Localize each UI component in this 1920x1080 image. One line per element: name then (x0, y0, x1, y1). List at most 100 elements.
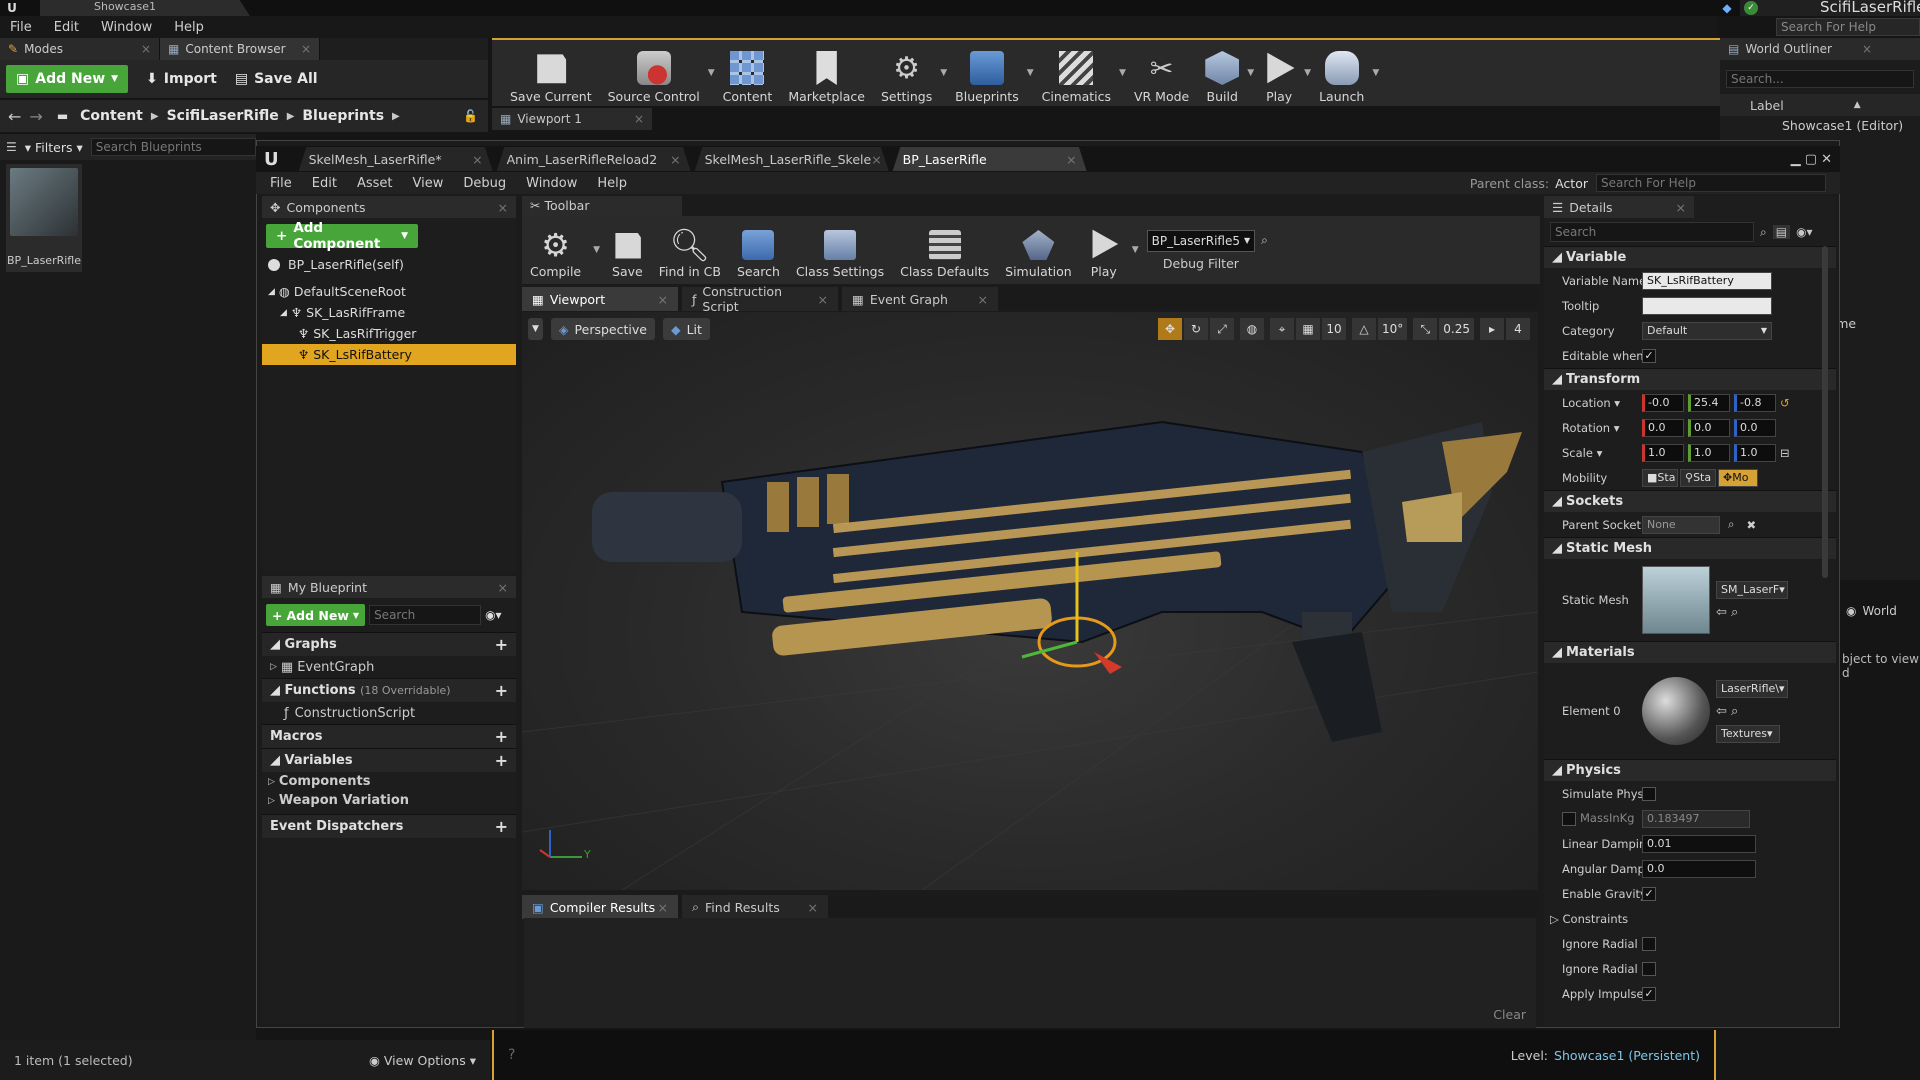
section-sockets[interactable]: ◢ Sockets (1544, 490, 1836, 512)
close-icon[interactable]: × (634, 112, 644, 126)
asset-tile-bp-laserrifle[interactable]: BP_LaserRifle (6, 164, 82, 272)
close-icon[interactable]: × (472, 152, 482, 167)
browse-icons[interactable]: ⇦ ⌕ (1716, 704, 1788, 719)
rotation-y[interactable]: 0.0 (1688, 418, 1730, 437)
source-control-status-icon[interactable]: ✓ (1744, 1, 1758, 15)
toolbar-tab[interactable]: ✂ Toolbar (522, 196, 682, 216)
chevron-down-icon[interactable]: ▼ (940, 68, 947, 78)
tree-item-sk-lsrifbattery[interactable]: ♆ SK_LsRifBattery (262, 344, 516, 365)
my-blueprint-tab[interactable]: ▦ My Blueprint × (262, 576, 516, 598)
chevron-down-icon[interactable]: ▼ (1372, 68, 1379, 78)
add-graph-icon[interactable]: + (495, 635, 508, 654)
find-in-cb-button[interactable]: 🔍︎ Find in CB (651, 217, 729, 283)
chevron-down-icon[interactable]: ▼ (1027, 68, 1034, 78)
save-all-button[interactable]: ▤ Save All (235, 71, 318, 87)
debug-filter-select[interactable]: BP_LaserRifle5 ▼ (1146, 229, 1256, 252)
search-help-input[interactable]: Search For Help (1776, 18, 1920, 36)
tab-content-browser[interactable]: ▦ Content Browser × (160, 38, 320, 60)
lock-icon[interactable]: 🔓 (463, 109, 478, 123)
add-new-button[interactable]: ▣ Add New ▼ (6, 65, 129, 93)
static-mesh-select[interactable]: SM_LaserF ▾ (1716, 580, 1788, 599)
camera-speed-value[interactable]: 4 (1506, 318, 1530, 340)
forward-icon[interactable]: → (29, 107, 42, 126)
add-event-dispatcher-icon[interactable]: + (495, 817, 508, 836)
mobility-static[interactable]: ■ Sta (1642, 468, 1678, 487)
mass-input[interactable]: 0.183497 (1642, 809, 1750, 828)
marketplace-button[interactable]: Marketplace (784, 42, 869, 104)
rotation-snap-value[interactable]: 10° (1378, 318, 1408, 340)
parent-socket-input[interactable]: None (1642, 515, 1720, 534)
bp-play-button[interactable]: Play (1080, 217, 1128, 283)
chevron-down-icon[interactable]: ▼ (708, 68, 715, 78)
import-button[interactable]: ⬇ Import (146, 71, 217, 87)
window-controls[interactable]: ▁ ▢ ✕ (1791, 152, 1832, 167)
clear-icon[interactable]: ✖ (1746, 518, 1756, 532)
help-icon[interactable]: ? (508, 1047, 515, 1063)
angular-damping-input[interactable]: 0.0 (1642, 859, 1756, 878)
location-x[interactable]: -0.0 (1642, 393, 1684, 412)
bp-menu-debug[interactable]: Debug (463, 176, 506, 191)
class-defaults-button[interactable]: Class Defaults (892, 217, 997, 283)
tree-item-defaultsceneroot[interactable]: ◢ ◍ DefaultSceneRoot (262, 281, 516, 302)
vr-mode-button[interactable]: ✂ VR Mode (1130, 42, 1193, 105)
variable-name-input[interactable]: SK_LsRifBattery (1642, 271, 1772, 290)
outliner-label-column[interactable]: Label ▲ (1720, 94, 1920, 116)
compile-button[interactable]: ⚙ Compile (522, 217, 589, 283)
details-tab[interactable]: ☰ Details × (1544, 196, 1694, 218)
simulate-physics-checkbox[interactable] (1642, 786, 1656, 801)
static-mesh-thumbnail[interactable] (1642, 566, 1710, 634)
property-matrix-icon[interactable]: ▤ (1772, 225, 1791, 239)
close-icon[interactable]: × (818, 292, 828, 307)
enable-gravity-checkbox[interactable]: ✓ (1642, 886, 1656, 901)
breadcrumb-content[interactable]: Content (80, 108, 143, 124)
bp-menu-asset[interactable]: Asset (357, 176, 393, 191)
editable-checkbox[interactable]: ✓ (1642, 348, 1656, 363)
doc-tab-skeleton[interactable]: SkelMesh_LaserRifle_Skele × (694, 147, 889, 171)
mass-override-checkbox[interactable] (1562, 811, 1576, 826)
close-icon[interactable]: × (141, 42, 151, 56)
rotation-x[interactable]: 0.0 (1642, 418, 1684, 437)
scale-y[interactable]: 1.0 (1688, 443, 1730, 462)
close-icon[interactable]: × (1862, 42, 1872, 56)
section-macros[interactable]: Macros + (262, 724, 516, 748)
my-blueprint-search-input[interactable]: Search (369, 605, 482, 625)
world-settings-tab[interactable]: ◉ World (1842, 600, 1920, 622)
build-button[interactable]: Build (1201, 42, 1243, 104)
chevron-down-icon[interactable]: ▼ (593, 245, 600, 255)
grid-snap-icon[interactable]: ▦ (1296, 318, 1320, 340)
view-options-eye-icon[interactable]: ◉▾ (1796, 225, 1813, 239)
location-z[interactable]: -0.8 (1734, 393, 1776, 412)
save-current-button[interactable]: Save Current (506, 42, 596, 104)
close-icon[interactable]: × (658, 292, 668, 307)
tab-construction-script[interactable]: ƒ Construction Script × (682, 284, 838, 314)
search-blueprints-input[interactable]: Search Blueprints (90, 138, 256, 156)
section-static-mesh[interactable]: ◢ Static Mesh (1544, 537, 1836, 559)
tab-compiler-results[interactable]: ▣ Compiler Results × (522, 895, 678, 919)
doc-tab-anim[interactable]: Anim_LaserRifleReload2 × (496, 147, 691, 171)
world-local-icon[interactable]: ◍ (1240, 318, 1264, 340)
details-scrollbar[interactable] (1822, 246, 1828, 578)
section-event-dispatchers[interactable]: Event Dispatchers + (262, 814, 516, 838)
tab-modes[interactable]: ✎ Modes × (0, 38, 160, 60)
tab-event-graph[interactable]: ▦ Event Graph × (842, 287, 998, 311)
search-icon[interactable]: ⌕ (1728, 517, 1734, 532)
window-tab[interactable]: Showcase1 (40, 0, 250, 16)
close-icon[interactable]: × (978, 292, 988, 307)
play-button[interactable]: Play (1258, 42, 1300, 104)
menu-edit[interactable]: Edit (54, 20, 79, 35)
mobility-stationary[interactable]: ⚲ Sta (1680, 468, 1716, 487)
view-options-button[interactable]: ◉ View Options ▾ (369, 1053, 476, 1068)
tab-find-results[interactable]: ⌕ Find Results × (682, 895, 828, 919)
world-outliner-tab[interactable]: ▤ World Outliner × (1720, 38, 1920, 60)
mobility-movable[interactable]: ✥ Mo (1718, 468, 1758, 487)
location-y[interactable]: 25.4 (1688, 393, 1730, 412)
add-variable-icon[interactable]: + (495, 751, 508, 770)
scale-snap-value[interactable]: 0.25 (1439, 318, 1474, 340)
close-icon[interactable]: × (670, 152, 680, 167)
breadcrumb-blueprints[interactable]: Blueprints (302, 108, 384, 124)
chevron-down-icon[interactable]: ▼ (1304, 68, 1311, 78)
filters-button[interactable]: ▾ Filters ▾ (25, 140, 83, 155)
tree-item-sk-lasrifframe[interactable]: ◢ ♆ SK_LasRifFrame (262, 302, 516, 323)
source-control-button[interactable]: Source Control (604, 42, 704, 104)
reset-icon[interactable]: ↺ (1780, 396, 1790, 410)
